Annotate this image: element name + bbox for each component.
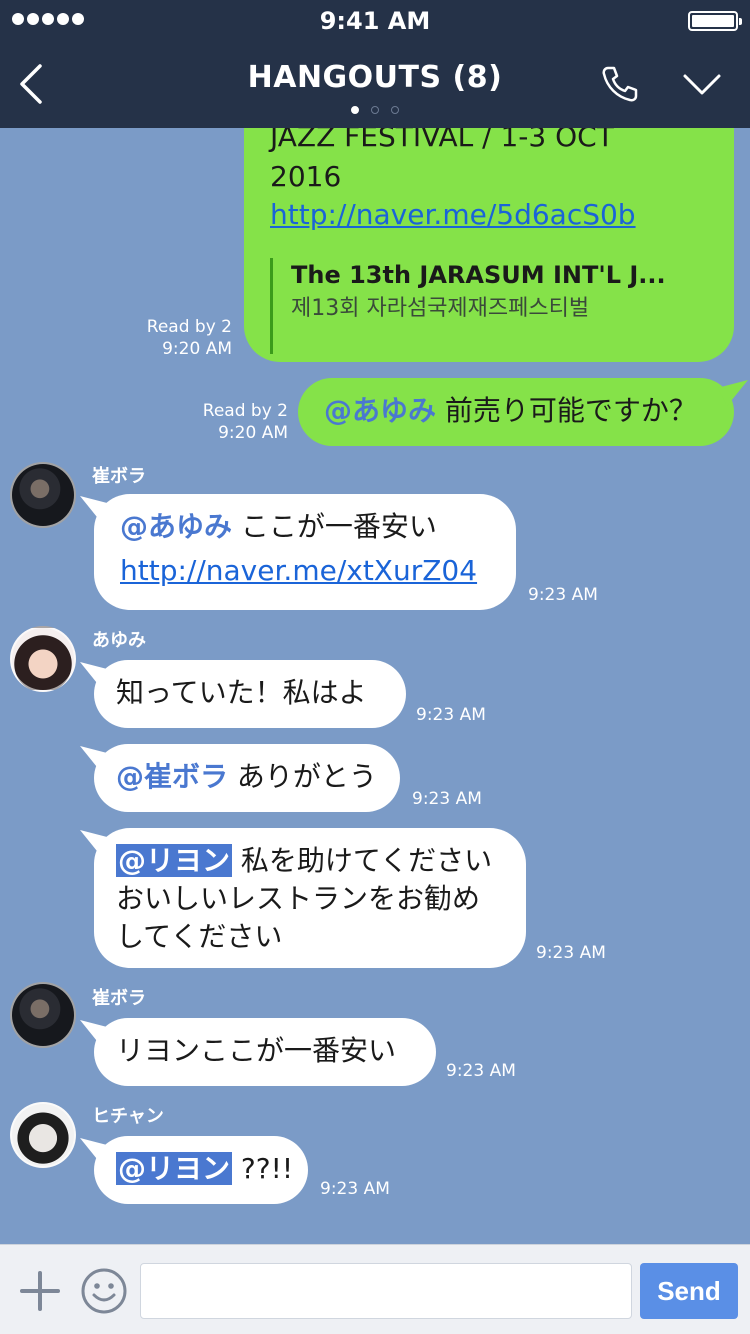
message-time: 9:20 AM — [218, 423, 288, 443]
header-bar: 9:41 AM HANGOUTS (8) — [0, 0, 750, 128]
message-text: してください — [116, 920, 283, 953]
message-bubble-sent[interactable]: JAZZ FESTIVAL / 1-3 OCT 2016 http://nave… — [244, 128, 734, 362]
plus-icon[interactable] — [18, 1269, 62, 1313]
send-button[interactable]: Send — [640, 1263, 738, 1319]
avatar-ayumi[interactable] — [10, 626, 76, 692]
message-bubble-received[interactable]: リヨンここが一番安い — [94, 1018, 436, 1086]
page-dot — [371, 106, 379, 114]
message-text: 私を助けてください — [232, 844, 493, 877]
sender-name: ヒチャン — [92, 1106, 164, 1127]
status-bar: 9:41 AM — [0, 0, 750, 40]
mention-tag[interactable]: @リヨン — [116, 1152, 233, 1185]
message-link[interactable]: http://naver.me/xtXurZ04 — [120, 552, 490, 590]
page-dot — [351, 106, 359, 114]
emoji-icon[interactable] — [80, 1267, 128, 1315]
sender-name: 崔ボラ — [92, 988, 146, 1009]
message-time: 9:23 AM — [446, 1061, 516, 1081]
message-bubble-received[interactable]: @リヨン 私を助けてください おいしいレストランをお勧め してください — [94, 828, 526, 968]
status-time: 9:41 AM — [319, 7, 431, 35]
mention-tag[interactable]: @あゆみ — [324, 394, 436, 427]
message-text: リヨンここが一番安い — [116, 1034, 397, 1067]
sender-name: 崔ボラ — [92, 466, 146, 487]
message-text: ありがとう — [228, 760, 377, 793]
avatar-choi-bora[interactable] — [10, 982, 76, 1048]
message-time: 9:20 AM — [162, 339, 232, 359]
page-dot — [391, 106, 399, 114]
link-preview-title: The 13th JARASUM INT'L J... — [291, 261, 666, 289]
message-bubble-received[interactable]: @あゆみ ここが一番安い http://naver.me/xtXurZ04 — [94, 494, 516, 610]
message-text: 2016 — [270, 160, 342, 193]
read-receipt: Read by 2 — [202, 401, 288, 421]
mention-tag[interactable]: @崔ボラ — [116, 760, 228, 793]
message-text: 知っていた！私はよ — [116, 676, 367, 709]
message-text: 前売り可能ですか？ — [436, 394, 697, 427]
message-time: 9:23 AM — [416, 705, 486, 725]
sender-name: あゆみ — [92, 630, 146, 651]
message-time: 9:23 AM — [536, 943, 606, 963]
chat-area[interactable]: JAZZ FESTIVAL / 1-3 OCT 2016 http://nave… — [0, 128, 750, 1244]
message-text: ??!! — [232, 1152, 294, 1185]
link-preview[interactable]: The 13th JARASUM INT'L J... 제13회 자라섬국제재즈… — [270, 258, 690, 354]
chevron-down-icon[interactable] — [682, 72, 722, 98]
message-bubble-received[interactable]: @リヨン ??!! — [94, 1136, 308, 1204]
message-bubble-received[interactable]: 知っていた！私はよ — [94, 660, 406, 728]
message-time: 9:23 AM — [320, 1179, 390, 1199]
page-indicator — [0, 106, 750, 114]
mention-tag[interactable]: @あゆみ — [120, 510, 232, 543]
message-time: 9:23 AM — [528, 585, 598, 605]
phone-icon[interactable] — [600, 64, 640, 104]
mention-tag[interactable]: @リヨン — [116, 844, 233, 877]
battery-icon — [688, 11, 742, 31]
message-text: おいしいレストランをお勧め — [116, 882, 481, 915]
input-bar: Send — [0, 1244, 750, 1334]
avatar-choi-bora[interactable] — [10, 462, 76, 528]
message-input[interactable] — [140, 1263, 632, 1319]
avatar-hichan[interactable] — [10, 1102, 76, 1168]
message-bubble-received[interactable]: @崔ボラ ありがとう — [94, 744, 400, 812]
message-link[interactable]: http://naver.me/5d6acS0b — [270, 196, 636, 234]
message-text: JAZZ FESTIVAL / 1-3 OCT — [270, 128, 614, 153]
read-receipt: Read by 2 — [146, 317, 232, 337]
message-time: 9:23 AM — [412, 789, 482, 809]
message-bubble-sent[interactable]: @あゆみ 前売り可能ですか？ — [298, 378, 734, 446]
message-text: ここが一番安い — [232, 510, 437, 543]
link-preview-description: 제13회 자라섬국제재즈페스티벌 — [291, 296, 590, 321]
